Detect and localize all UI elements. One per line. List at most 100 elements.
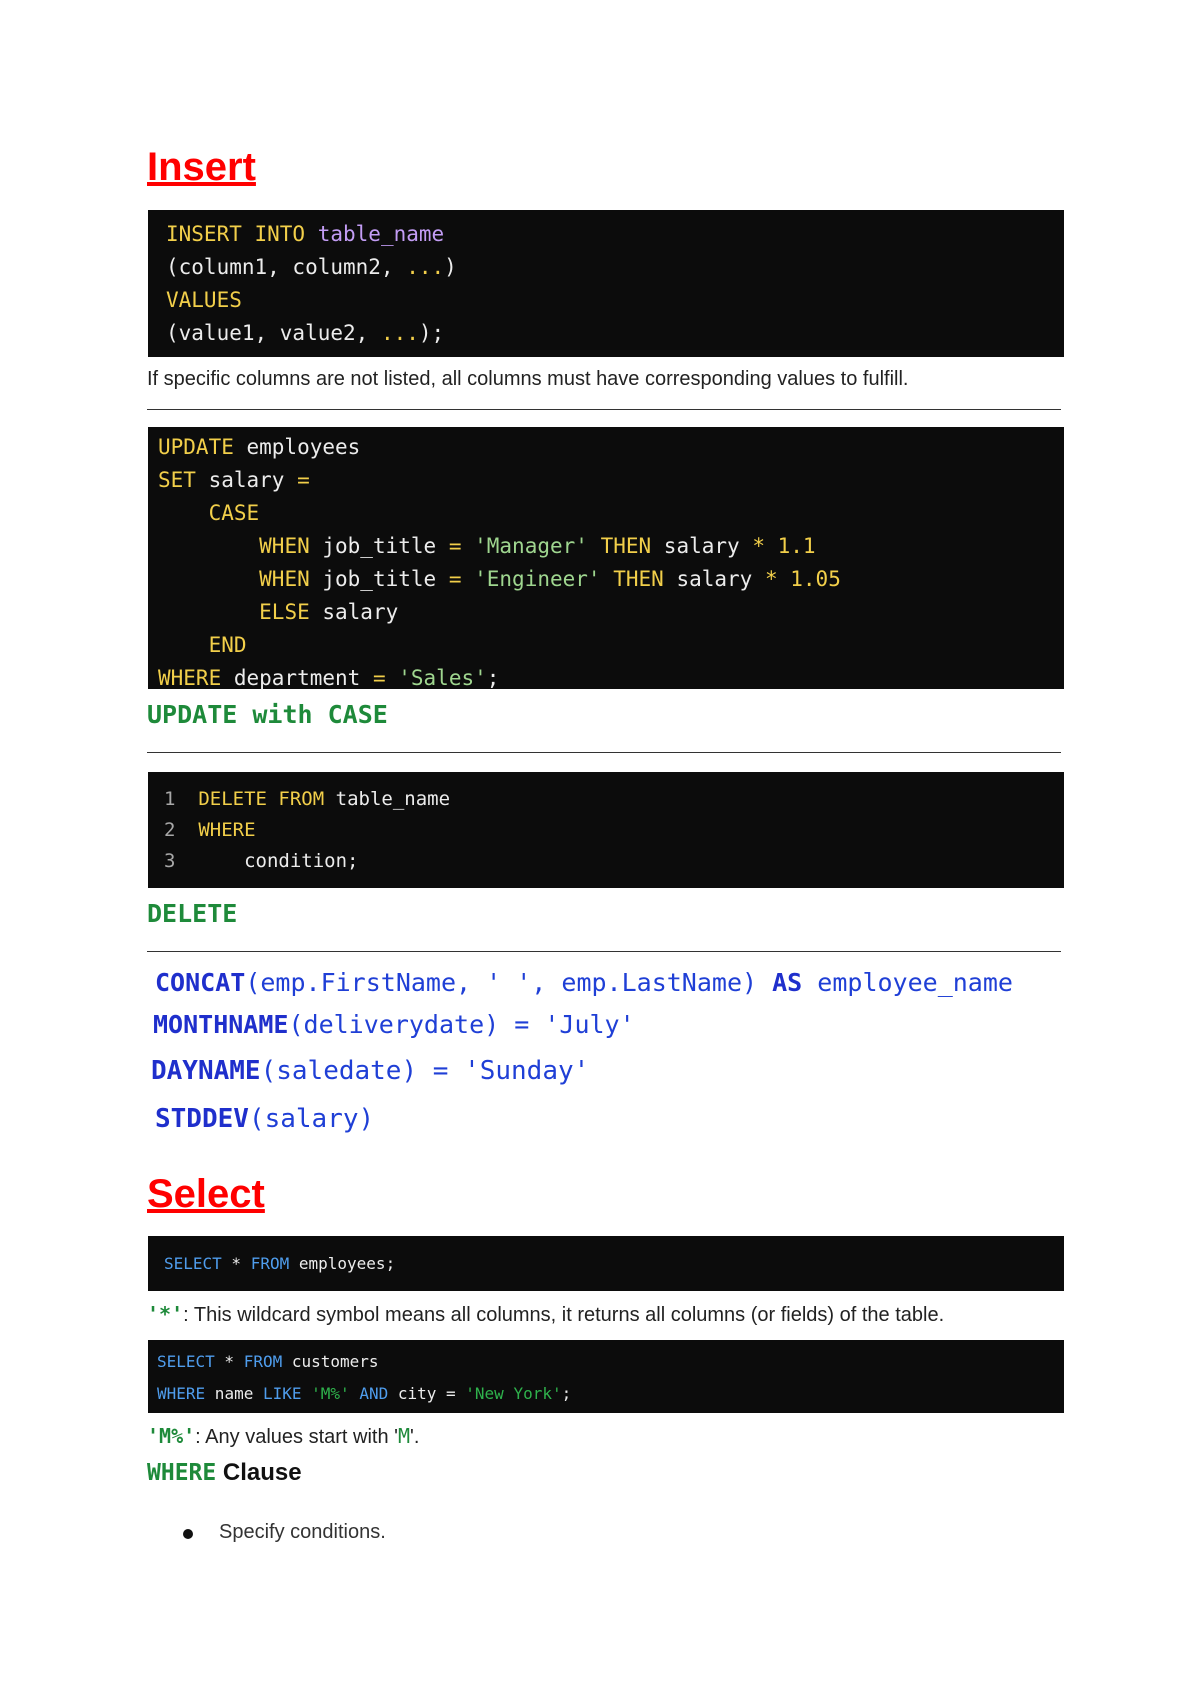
code-line: WHEN job_title = 'Manager' THEN salary *… <box>158 530 1064 563</box>
sql-text: city = <box>388 1384 466 1403</box>
divider <box>147 752 1061 753</box>
sql-text: (value1, value2, <box>166 321 381 345</box>
sql-keyword: WHERE <box>158 666 222 690</box>
sql-text: (column1, column2, <box>166 255 407 279</box>
list-item: Specify conditions. <box>183 1521 386 1544</box>
function-name: STDDEV <box>155 1104 249 1134</box>
function-args: (deliverydate) = 'July' <box>288 1010 635 1039</box>
code-line: 1 DELETE FROM table_name <box>164 784 1064 815</box>
sql-identifier: table_name <box>317 222 445 246</box>
code-line: WHERE name LIKE 'M%' AND city = 'New Yor… <box>157 1378 1064 1410</box>
code-line: CASE <box>158 497 1064 530</box>
sql-operator: * <box>764 567 778 591</box>
update-with-case-label: UPDATE with CASE <box>147 700 388 729</box>
code-line: (value1, value2, ...); <box>166 317 1064 350</box>
m-wildcard-note: 'M%': Any values start with 'M'. <box>147 1424 419 1449</box>
code-line: SET salary = <box>158 464 1064 497</box>
line-number: 1 <box>164 788 176 810</box>
sql-functions-examples: CONCAT(emp.FirstName, ' ', emp.LastName)… <box>147 962 1065 1142</box>
select-code-block: SELECT * FROM employees; <box>148 1236 1064 1291</box>
insert-code-block: INSERT INTO table_name (column1, column2… <box>148 210 1064 357</box>
sql-string: 'New York' <box>465 1384 562 1403</box>
code-line: ELSE salary <box>158 596 1064 629</box>
divider <box>147 951 1061 952</box>
code-line: SELECT * FROM customers <box>157 1346 1064 1378</box>
select-where-code-block: SELECT * FROM customers WHERE name LIKE … <box>148 1340 1064 1413</box>
sql-operator: = <box>448 534 462 558</box>
sql-keyword: THEN <box>613 567 664 591</box>
sql-keyword: THEN <box>600 534 652 558</box>
sql-text: condition; <box>244 850 359 872</box>
concat-example: CONCAT(emp.FirstName, ' ', emp.LastName)… <box>155 968 1013 997</box>
code-line: UPDATE employees <box>158 431 1064 464</box>
function-args: (saledate) = 'Sunday' <box>260 1056 590 1086</box>
sql-keyword: ELSE <box>259 600 310 624</box>
code-line: INSERT INTO table_name <box>166 218 1064 251</box>
code-line: 3 condition; <box>164 846 1064 877</box>
sql-text: job_title <box>309 567 449 591</box>
sql-text: ; <box>561 1384 572 1403</box>
sql-keyword: VALUES <box>166 288 242 312</box>
sql-number: 1.1 <box>777 534 816 558</box>
inline-code: M <box>397 1424 411 1448</box>
sql-operator: = <box>297 468 310 492</box>
delete-code-block: 1 DELETE FROM table_name 2 WHERE 3 condi… <box>148 772 1064 888</box>
delete-label: DELETE <box>147 899 238 928</box>
sql-keyword: FROM <box>243 1352 283 1371</box>
inline-code: '*' <box>147 1302 184 1326</box>
sql-number: 1.05 <box>790 567 841 591</box>
select-heading: Select <box>147 1172 265 1216</box>
sql-keyword: AS <box>772 968 803 997</box>
sql-operator: * <box>214 1352 244 1371</box>
sql-keyword: WHERE <box>198 819 256 841</box>
list-item-text: Specify conditions. <box>219 1521 386 1543</box>
sql-text: salary <box>663 567 765 591</box>
sql-text: salary <box>651 534 753 558</box>
function-args: (emp.FirstName, ' ', emp.LastName) <box>245 968 758 997</box>
function-args: (salary) <box>248 1104 375 1134</box>
monthname-example: MONTHNAME(deliverydate) = 'July' <box>153 1010 635 1039</box>
sql-keyword: DELETE FROM <box>198 788 325 810</box>
insert-note: If specific columns are not listed, all … <box>147 368 909 390</box>
sql-ellipsis: ... <box>380 321 419 345</box>
sql-operator: * <box>221 1254 251 1273</box>
sql-text: salary <box>195 468 298 492</box>
line-number: 3 <box>164 850 176 872</box>
sql-keyword: SELECT <box>164 1254 222 1273</box>
sql-keyword: FROM <box>250 1254 290 1273</box>
code-line: 2 WHERE <box>164 815 1064 846</box>
note-text: : This wildcard symbol means all columns… <box>183 1304 945 1326</box>
bullet-icon <box>183 1529 193 1539</box>
sql-operator: = <box>448 567 462 591</box>
wildcard-note: '*': This wildcard symbol means all colu… <box>147 1302 944 1327</box>
function-name: DAYNAME <box>151 1056 261 1086</box>
sql-keyword: INSERT INTO <box>166 222 306 246</box>
sql-text: customers <box>282 1352 379 1371</box>
sql-string: 'Engineer' <box>474 567 601 591</box>
bullet-list: Specify conditions. <box>183 1521 386 1544</box>
sql-keyword: WHEN <box>259 534 310 558</box>
sql-text: ) <box>444 255 457 279</box>
sql-text: department <box>221 666 373 690</box>
function-alias: employee_name <box>817 968 1013 997</box>
sql-text: job_title <box>309 534 449 558</box>
where-clause-heading: WHERE Clause <box>147 1459 302 1487</box>
sql-keyword: WHEN <box>259 567 310 591</box>
sql-operator: = <box>372 666 386 690</box>
sql-text: employees <box>233 435 361 459</box>
sql-keyword: END <box>208 633 247 657</box>
function-name: CONCAT <box>155 968 246 997</box>
sql-keyword: UPDATE <box>158 435 234 459</box>
sql-text: employees; <box>289 1254 396 1273</box>
update-code-block: UPDATE employees SET salary = CASE WHEN … <box>148 427 1064 690</box>
line-number: 2 <box>164 819 176 841</box>
sql-keyword: SELECT <box>157 1352 215 1371</box>
sql-keyword: WHERE <box>157 1384 206 1403</box>
sql-text: ); <box>418 321 445 345</box>
sql-string: 'M%' <box>311 1384 350 1403</box>
code-line: SELECT * FROM employees; <box>164 1236 1064 1291</box>
heading-text: Clause <box>216 1459 302 1486</box>
sql-text: salary <box>309 600 399 624</box>
code-line: VALUES <box>166 284 1064 317</box>
inline-code: WHERE <box>147 1460 217 1486</box>
